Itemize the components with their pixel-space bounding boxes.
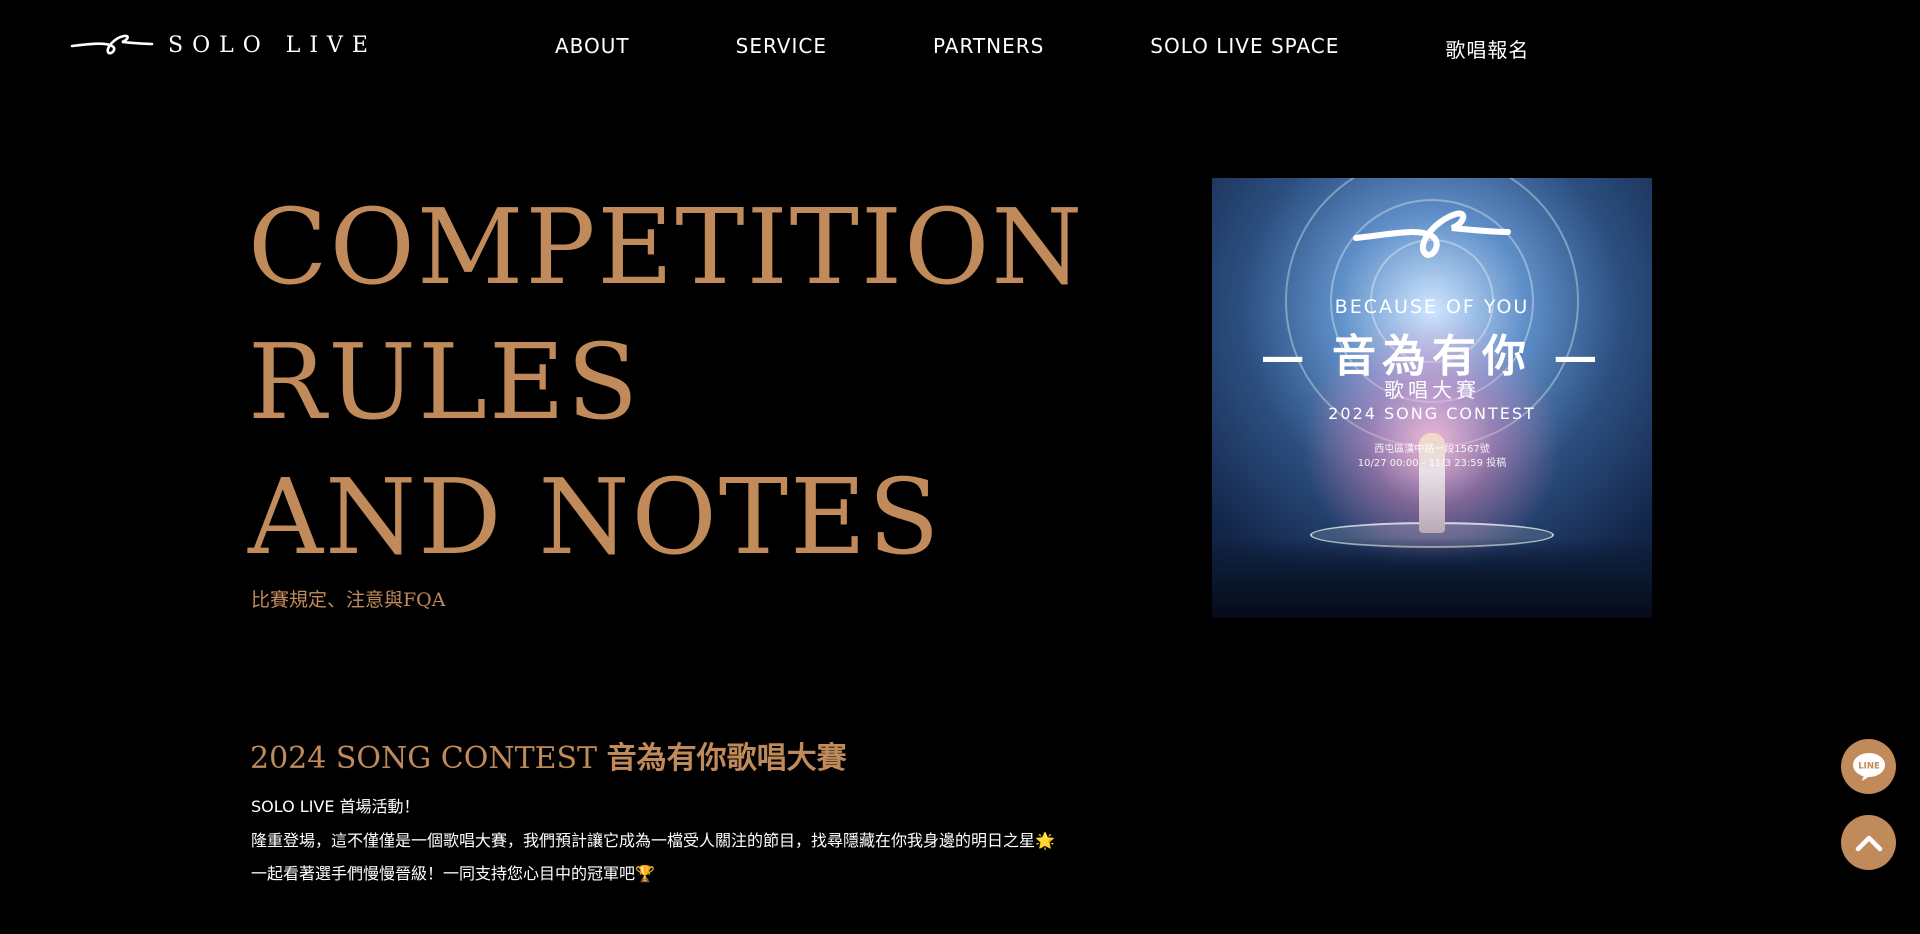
page-title-line-1: COMPETITION: [248, 186, 1085, 308]
contest-line: 隆重登場，這不僅僅是一個歌唱大賽，我們預計讓它成為一檔受人關注的節目，找尋隱藏在…: [251, 830, 1055, 850]
contest-description: SOLO LIVE 首場活動！ 隆重登場，這不僅僅是一個歌唱大賽，我們預計讓它成…: [251, 790, 1055, 891]
poster-contest-label: 2024 SONG CONTEST: [1328, 404, 1536, 423]
back-to-top-button[interactable]: [1841, 815, 1896, 870]
contest-heading-en: 2024 SONG CONTEST: [250, 741, 598, 776]
logo-text: SOLO LIVE: [168, 32, 377, 58]
page-title-line-2: RULES: [248, 321, 641, 443]
contest-poster: BECAUSE OF YOU — 音為有你 — 歌唱大賽 2024 SONG C…: [1212, 178, 1652, 618]
poster-logo-icon: [1353, 210, 1511, 258]
page-title-line-3: AND NOTES: [248, 456, 942, 578]
poster-chinese-subtitle: 歌唱大賽: [1384, 378, 1480, 402]
nav-partners[interactable]: PARTNERS: [933, 34, 1044, 63]
contest-heading: 2024 SONG CONTEST 音為有你歌唱大賽: [250, 733, 847, 777]
contest-heading-cn: 音為有你歌唱大賽: [606, 741, 847, 776]
chevron-up-icon: [1855, 835, 1882, 851]
nav-solo-live-space[interactable]: SOLO LIVE SPACE: [1150, 34, 1339, 63]
poster-address: 西屯區漢中路一段1567號: [1374, 444, 1490, 455]
nav-signup[interactable]: 歌唱報名: [1445, 34, 1529, 63]
page: SOLO LIVE ABOUT SERVICE PARTNERS SOLO LI…: [0, 0, 1920, 934]
poster-crowd: [1212, 538, 1652, 618]
main-nav: ABOUT SERVICE PARTNERS SOLO LIVE SPACE 歌…: [555, 34, 1635, 63]
line-chat-icon: LINE: [1852, 752, 1885, 781]
nav-service[interactable]: SERVICE: [736, 34, 827, 63]
nav-about[interactable]: ABOUT: [555, 34, 630, 63]
logo[interactable]: SOLO LIVE: [70, 30, 377, 60]
page-title: COMPETITION RULES AND NOTES: [248, 180, 1084, 585]
page-subtitle: 比賽規定、注意與FQA: [251, 589, 446, 611]
contest-line: SOLO LIVE 首場活動！: [251, 797, 420, 816]
contest-line: 一起看著選手們慢慢晉級！一同支持您心目中的冠軍吧🏆: [251, 864, 655, 883]
line-chat-button[interactable]: LINE: [1841, 739, 1896, 794]
line-chat-label: LINE: [1858, 761, 1880, 771]
poster-time: 10/27 00:00 - 11/3 23:59 投稿: [1357, 458, 1507, 469]
logo-icon: [70, 34, 154, 55]
poster-english-title: BECAUSE OF YOU: [1334, 296, 1530, 318]
